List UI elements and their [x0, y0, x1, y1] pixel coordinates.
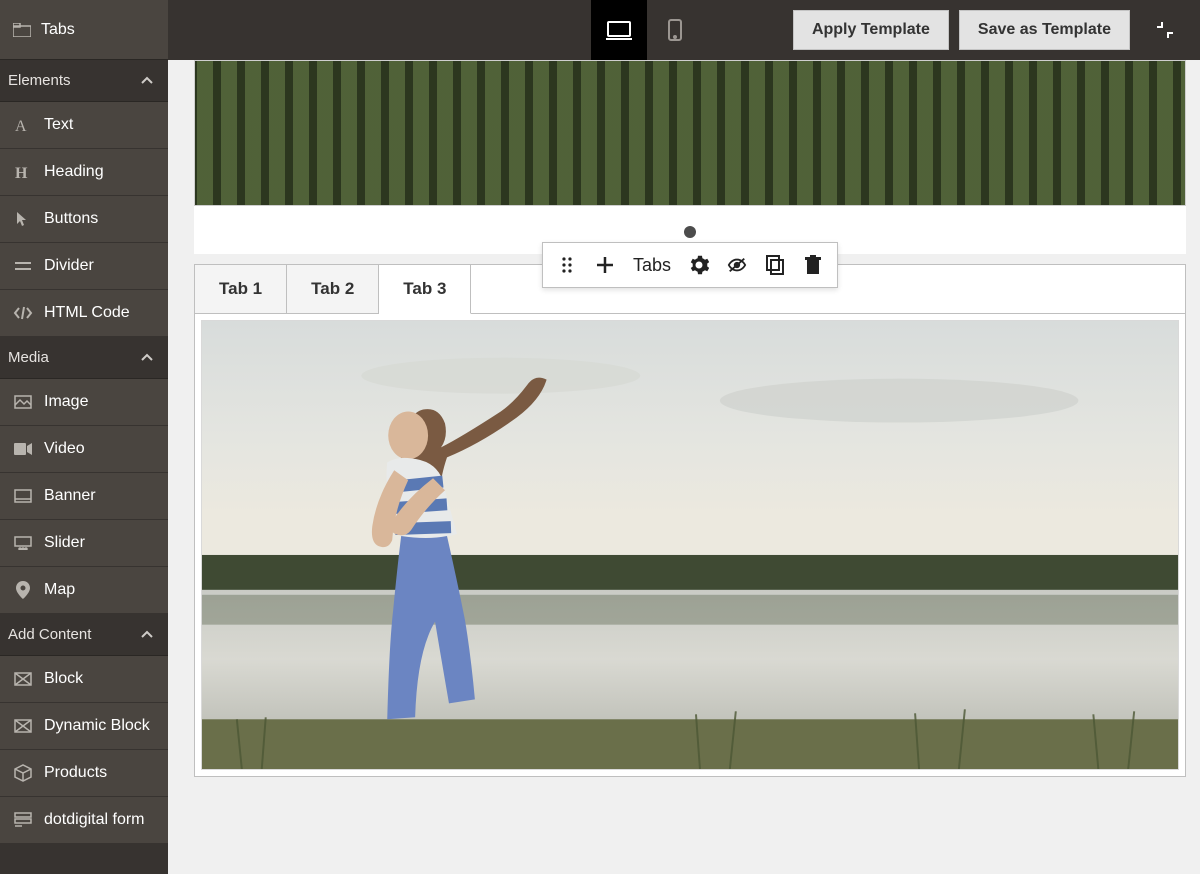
sidebar-section-label: Media	[8, 349, 49, 366]
tab-content-image	[201, 320, 1179, 770]
sidebar-item-label: Divider	[44, 257, 94, 275]
sidebar-item-divider[interactable]: Divider	[0, 243, 168, 290]
tab-content[interactable]	[195, 314, 1185, 776]
video-icon	[13, 439, 33, 459]
text-icon: A	[13, 115, 33, 135]
tab-1[interactable]: Tab 1	[195, 265, 287, 313]
sidebar-section-label: Add Content	[8, 626, 91, 643]
sidebar-section-add-content[interactable]: Add Content	[0, 614, 168, 656]
delete-button[interactable]	[803, 255, 823, 275]
eye-off-icon	[727, 256, 747, 274]
fullscreen-toggle-button[interactable]	[1150, 15, 1180, 45]
sidebar-section-media[interactable]: Media	[0, 337, 168, 379]
hide-button[interactable]	[727, 255, 747, 275]
tab-3[interactable]: Tab 3	[379, 265, 471, 314]
sidebar-active-element-label: Tabs	[41, 21, 75, 39]
sidebar-item-label: Map	[44, 581, 75, 599]
sidebar-section-label: Elements	[8, 72, 71, 89]
chevron-up-icon	[140, 351, 154, 365]
duplicate-button[interactable]	[765, 255, 785, 275]
banner-icon	[13, 486, 33, 506]
chevron-up-icon	[140, 74, 154, 88]
sidebar-item-html-code[interactable]: HTML Code	[0, 290, 168, 337]
device-desktop-button[interactable]	[591, 0, 647, 60]
gear-icon	[689, 255, 709, 275]
sidebar-item-text[interactable]: A Text	[0, 102, 168, 149]
sidebar-item-label: Video	[44, 440, 85, 458]
sidebar-item-block[interactable]: Block	[0, 656, 168, 703]
sidebar-item-products[interactable]: Products	[0, 750, 168, 797]
svg-text:A: A	[15, 118, 27, 134]
form-icon	[13, 810, 33, 830]
trash-icon	[805, 255, 821, 275]
slider-block[interactable]	[194, 60, 1186, 254]
sidebar-item-dotdigital-form[interactable]: dotdigital form	[0, 797, 168, 844]
sidebar-item-dynamic-block[interactable]: Dynamic Block	[0, 703, 168, 750]
sidebar-item-label: Slider	[44, 534, 85, 552]
main-area: Apply Template Save as Template	[168, 0, 1200, 874]
slider-dot[interactable]	[684, 226, 696, 238]
dynamic-block-icon	[13, 716, 33, 736]
tabs-block-wrapper: Tabs Tab 1	[194, 264, 1186, 777]
chevron-up-icon	[140, 628, 154, 642]
settings-button[interactable]	[689, 255, 709, 275]
sidebar-item-map[interactable]: Map	[0, 567, 168, 614]
copy-icon	[766, 255, 784, 275]
sidebar-item-label: Buttons	[44, 210, 98, 228]
sidebar-item-label: dotdigital form	[44, 811, 145, 829]
tabs-icon	[13, 23, 31, 37]
sidebar-item-video[interactable]: Video	[0, 426, 168, 473]
sidebar: Tabs Elements A Text H Heading Buttons D…	[0, 0, 168, 874]
products-icon	[13, 763, 33, 783]
topbar: Apply Template Save as Template	[168, 0, 1200, 60]
sidebar-active-element-tabs[interactable]: Tabs	[0, 0, 168, 60]
sidebar-section-elements[interactable]: Elements	[0, 60, 168, 102]
sidebar-item-banner[interactable]: Banner	[0, 473, 168, 520]
sidebar-item-label: Banner	[44, 487, 96, 505]
code-icon	[13, 303, 33, 323]
heading-icon: H	[13, 162, 33, 182]
slider-image	[194, 60, 1186, 206]
slider-pagination	[194, 206, 1186, 244]
device-switcher	[591, 0, 703, 60]
sidebar-item-label: Image	[44, 393, 88, 411]
sidebar-item-label: Dynamic Block	[44, 717, 150, 735]
sidebar-item-label: Block	[44, 670, 83, 688]
tabs-block[interactable]: Tab 1 Tab 2 Tab 3	[194, 264, 1186, 777]
sidebar-item-slider[interactable]: Slider	[0, 520, 168, 567]
sidebar-item-heading[interactable]: H Heading	[0, 149, 168, 196]
map-pin-icon	[13, 580, 33, 600]
svg-text:H: H	[15, 165, 28, 181]
apply-template-button[interactable]: Apply Template	[793, 10, 949, 50]
tab-2[interactable]: Tab 2	[287, 265, 379, 313]
device-mobile-button[interactable]	[647, 0, 703, 60]
desktop-icon	[606, 19, 632, 41]
save-as-template-button[interactable]: Save as Template	[959, 10, 1130, 50]
sidebar-item-image[interactable]: Image	[0, 379, 168, 426]
block-icon	[13, 669, 33, 689]
drag-handle-icon[interactable]	[557, 255, 577, 275]
sidebar-item-label: HTML Code	[44, 304, 130, 322]
sidebar-item-buttons[interactable]: Buttons	[0, 196, 168, 243]
collapse-icon	[1156, 21, 1174, 39]
toolbar-label: Tabs	[633, 255, 671, 276]
image-icon	[13, 392, 33, 412]
element-toolbar: Tabs	[542, 242, 838, 288]
cursor-icon	[13, 209, 33, 229]
mobile-icon	[667, 18, 683, 42]
canvas[interactable]: Tabs Tab 1	[168, 60, 1200, 874]
sidebar-item-label: Text	[44, 116, 73, 134]
add-tab-button[interactable]	[595, 255, 615, 275]
sidebar-item-label: Heading	[44, 163, 104, 181]
sidebar-item-label: Products	[44, 764, 107, 782]
slider-icon	[13, 533, 33, 553]
divider-icon	[13, 256, 33, 276]
